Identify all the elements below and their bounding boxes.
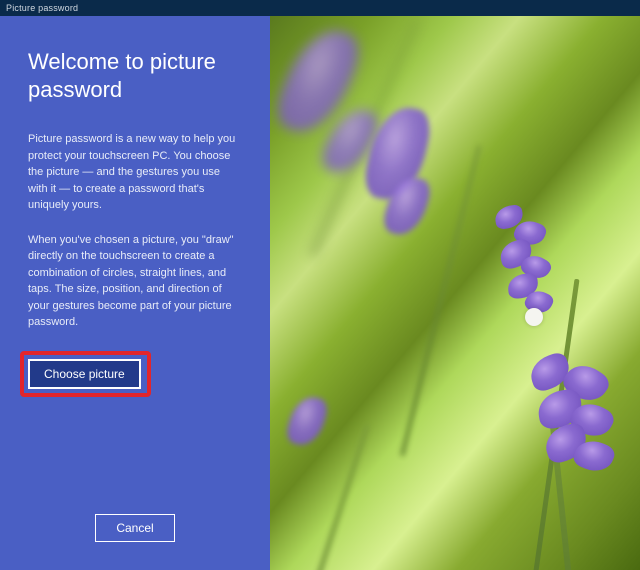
choose-picture-wrap: Choose picture [28,359,143,389]
picture-password-window: Picture password Welcome to picture pass… [0,0,640,570]
intro-paragraph-2: When you've chosen a picture, you "draw"… [28,232,242,331]
gesture-cursor-icon [525,308,543,326]
content-area: Welcome to picture password Picture pass… [0,16,640,570]
instruction-pane: Welcome to picture password Picture pass… [0,16,270,570]
window-title: Picture password [6,3,78,13]
page-title: Welcome to picture password [28,48,242,103]
picture-preview[interactable] [270,16,640,570]
footer-actions: Cancel [28,514,242,546]
choose-picture-button[interactable]: Choose picture [28,359,141,389]
intro-paragraph-1: Picture password is a new way to help yo… [28,131,242,214]
titlebar: Picture password [0,0,640,16]
flower-stem [310,424,369,570]
flower-bloom [284,392,330,449]
cancel-button[interactable]: Cancel [95,514,174,542]
